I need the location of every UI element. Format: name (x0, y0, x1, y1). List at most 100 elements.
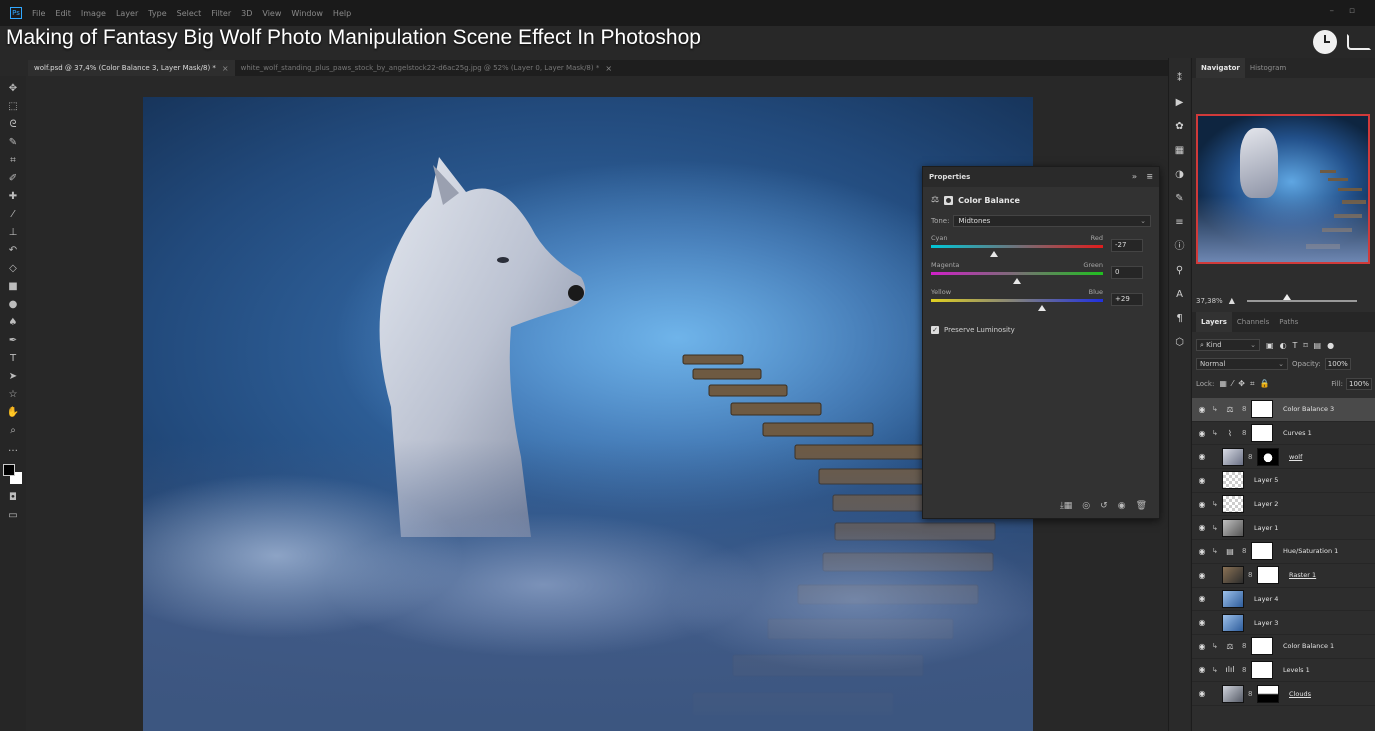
clone-stamp-tool-icon[interactable]: ⊥ (5, 226, 21, 239)
type-filter-icon[interactable]: T (1293, 341, 1298, 350)
menu-edit[interactable]: Edit (55, 9, 71, 18)
tab-white-wolf-jpg[interactable]: white_wolf_standing_plus_paws_stock_by_a… (235, 64, 618, 73)
watch-later-icon[interactable] (1313, 30, 1337, 54)
layer-mask-thumbnail[interactable] (1251, 400, 1273, 419)
layer-thumbnail[interactable] (1222, 566, 1244, 585)
pixel-filter-icon[interactable]: ▣ (1266, 341, 1274, 350)
document-canvas[interactable] (143, 97, 1033, 731)
brushes-icon[interactable]: ≡ (1172, 216, 1188, 230)
visibility-eye-icon[interactable]: ◉ (1196, 523, 1208, 532)
lasso-tool-icon[interactable]: ᘓ (5, 118, 21, 131)
link-icon[interactable]: 8 (1242, 642, 1247, 650)
layer-thumbnail[interactable] (1222, 471, 1244, 490)
layer-thumbnail[interactable] (1222, 589, 1244, 608)
libraries-icon[interactable]: ⚲ (1172, 264, 1188, 278)
color-icon[interactable]: ✿ (1172, 120, 1188, 134)
layer-name[interactable]: Raster 1 (1289, 571, 1316, 579)
layer-name[interactable]: Levels 1 (1283, 666, 1310, 674)
menu-file[interactable]: File (32, 9, 45, 18)
layer-mask-thumbnail[interactable] (1251, 637, 1273, 656)
yellow-blue-value[interactable]: +29 (1111, 293, 1143, 306)
visibility-eye-icon[interactable]: ◉ (1196, 689, 1208, 698)
layer-name[interactable]: Curves 1 (1283, 429, 1312, 437)
view-previous-icon[interactable]: ◎ (1082, 501, 1090, 511)
gradient-tool-icon[interactable]: ■ (5, 280, 21, 293)
lock-artboard-icon[interactable]: ⌗ (1250, 379, 1255, 389)
3d-icon[interactable]: ⬡ (1172, 336, 1188, 350)
trash-icon[interactable]: 🗑 (1136, 501, 1147, 511)
layer-row[interactable]: ◉ ↳ Layer 2 (1192, 493, 1375, 517)
layer-thumbnail[interactable] (1222, 684, 1244, 703)
smart-object-filter-icon[interactable]: ▤ (1314, 341, 1322, 350)
link-icon[interactable]: 8 (1242, 405, 1247, 413)
visibility-eye-icon[interactable]: ◉ (1196, 547, 1208, 556)
layer-row[interactable]: ◉ Layer 3 (1192, 611, 1375, 635)
hand-tool-icon[interactable]: ✋ (5, 406, 21, 419)
adjustments-icon[interactable]: ◑ (1172, 168, 1188, 182)
layer-mask-thumbnail[interactable] (1257, 447, 1279, 466)
fill-field[interactable]: 100% (1346, 378, 1372, 390)
quick-select-tool-icon[interactable]: ✎ (5, 136, 21, 149)
magenta-green-thumb[interactable] (1013, 278, 1021, 284)
lock-transparent-icon[interactable]: ▦ (1219, 379, 1227, 389)
clip-to-layer-icon[interactable]: ⤓▦ (1060, 501, 1072, 511)
layer-row[interactable]: ◉ ↳ ⌇ 8 Curves 1 (1192, 422, 1375, 446)
info-icon[interactable]: ⓘ (1172, 240, 1188, 254)
swatches-icon[interactable]: ▦ (1172, 144, 1188, 158)
magenta-green-value[interactable]: 0 (1111, 266, 1143, 279)
visibility-eye-icon[interactable]: ◉ (1196, 642, 1208, 651)
marquee-tool-icon[interactable]: ⬚ (5, 100, 21, 113)
layer-mask-thumbnail[interactable] (1251, 542, 1273, 561)
yellow-blue-track[interactable] (931, 299, 1103, 302)
link-icon[interactable]: 8 (1242, 429, 1247, 437)
link-icon[interactable]: 8 (1248, 571, 1253, 579)
layer-thumbnail[interactable] (1222, 495, 1244, 514)
actions-play-icon[interactable]: ▶ (1172, 96, 1188, 110)
visibility-eye-icon[interactable]: ◉ (1196, 405, 1208, 414)
type-tool-icon[interactable]: T (5, 352, 21, 365)
close-tab-icon[interactable]: × (605, 64, 612, 73)
history-icon[interactable]: ⁑ (1172, 72, 1188, 86)
link-icon[interactable]: 8 (1242, 547, 1247, 555)
layer-row[interactable]: ◉ ↳ Layer 1 (1192, 516, 1375, 541)
visibility-eye-icon[interactable]: ◉ (1196, 594, 1208, 603)
navigator-preview[interactable] (1196, 114, 1370, 264)
cyan-red-value[interactable]: -27 (1111, 239, 1143, 252)
layer-name[interactable]: Hue/Saturation 1 (1283, 547, 1338, 555)
quick-mask-icon[interactable]: ◘ (5, 491, 21, 504)
zoom-tool-icon[interactable]: ⌕ (5, 424, 21, 437)
eraser-tool-icon[interactable]: ◇ (5, 262, 21, 275)
link-icon[interactable]: 8 (1248, 690, 1253, 698)
layer-name[interactable]: Color Balance 3 (1283, 405, 1334, 413)
color-swatches[interactable] (3, 464, 23, 486)
visibility-eye-icon[interactable]: ◉ (1196, 500, 1208, 509)
layer-name[interactable]: Layer 1 (1254, 524, 1278, 532)
layer-mask-icon[interactable] (944, 195, 954, 205)
link-icon[interactable]: 8 (1242, 666, 1247, 674)
cyan-red-thumb[interactable] (989, 251, 998, 257)
crop-tool-icon[interactable]: ⌗ (5, 154, 21, 167)
visibility-eye-icon[interactable]: ◉ (1196, 618, 1208, 627)
layer-row[interactable]: ◉ Layer 4 (1192, 588, 1375, 612)
menu-3d[interactable]: 3D (241, 9, 252, 18)
more-tools-icon[interactable]: … (5, 442, 21, 455)
filter-toggle-icon[interactable]: ● (1327, 341, 1334, 350)
healing-tool-icon[interactable]: ✚ (5, 190, 21, 203)
shape-filter-icon[interactable]: ⌑ (1303, 341, 1307, 350)
tab-histogram[interactable]: Histogram (1245, 58, 1291, 78)
cyan-red-track[interactable] (931, 245, 1103, 248)
opacity-field[interactable]: 100% (1324, 358, 1351, 370)
menu-filter[interactable]: Filter (211, 9, 231, 18)
history-brush-tool-icon[interactable]: ↶ (5, 244, 21, 257)
layer-name[interactable]: Layer 2 (1254, 500, 1278, 508)
layer-mask-thumbnail[interactable] (1251, 424, 1273, 443)
menu-help[interactable]: Help (333, 9, 351, 18)
menu-window[interactable]: Window (291, 9, 323, 18)
tab-navigator[interactable]: Navigator (1196, 58, 1245, 78)
visibility-eye-icon[interactable]: ◉ (1196, 665, 1208, 674)
layer-thumbnail[interactable] (1222, 518, 1244, 537)
close-tab-icon[interactable]: × (222, 64, 229, 73)
layer-row[interactable]: ◉ ↳ ılıl 8 Levels 1 (1192, 659, 1375, 683)
kind-filter-select[interactable]: ⌕ Kind ⌄ (1196, 339, 1260, 351)
layer-name[interactable]: Clouds (1289, 690, 1311, 698)
